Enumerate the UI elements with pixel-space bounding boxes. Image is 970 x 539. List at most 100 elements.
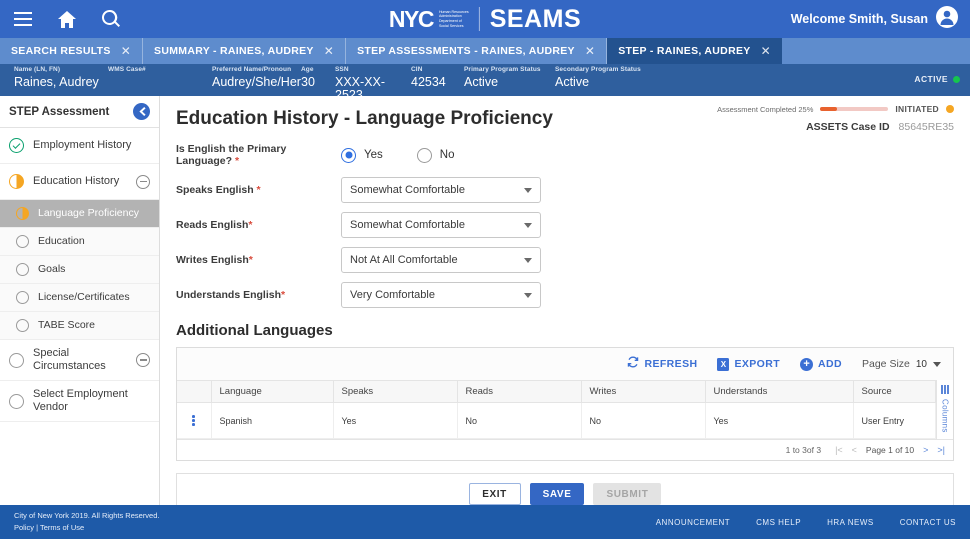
sidebar-item-education[interactable]: Education: [0, 228, 159, 256]
tab-summary[interactable]: SUMMARY - RAINES, AUDREY ✕: [143, 38, 347, 64]
status-partial-icon: [9, 174, 24, 189]
client-field-wms-case: WMS Case#: [108, 66, 212, 76]
chevron-down-icon: [524, 292, 532, 298]
select-writes-english[interactable]: Not At All Comfortable: [341, 247, 541, 273]
assessment-meta: Assessment Completed 25% INITIATED ASSET…: [717, 104, 954, 133]
policy-link[interactable]: Policy: [14, 523, 34, 532]
footer-link-hra-news[interactable]: HRA NEWS: [827, 518, 874, 527]
refresh-icon: [627, 355, 639, 373]
client-field-secondary-status: Secondary Program Status Active: [555, 66, 675, 89]
tab-search-results[interactable]: SEARCH RESULTS ✕: [0, 38, 144, 64]
grid-toolbar: REFRESH X EXPORT + ADD Page Size 10: [177, 348, 953, 380]
page-indicator: Page 1 of 10: [865, 445, 915, 455]
collapse-section-icon[interactable]: [136, 174, 150, 189]
hamburger-menu-icon[interactable]: [12, 8, 34, 30]
sidebar-item-license-certificates[interactable]: License/Certificates: [0, 284, 159, 312]
assets-case-id-row: ASSETS Case ID 85645RE35: [717, 121, 954, 133]
terms-of-use-link[interactable]: Terms of Use: [40, 523, 84, 532]
column-header-reads[interactable]: Reads: [457, 380, 582, 403]
page-body: STEP Assessment Employment History Educa…: [0, 96, 970, 515]
export-button[interactable]: X EXPORT: [717, 357, 780, 371]
pagination-controls: |< < Page 1 of 10 > >|: [835, 445, 945, 455]
save-button[interactable]: SAVE: [529, 483, 585, 505]
chevron-left-icon[interactable]: [133, 103, 150, 120]
footer-link-contact-us[interactable]: CONTACT US: [900, 518, 956, 527]
sidebar-item-employment-history[interactable]: Employment History: [0, 128, 159, 164]
sidebar-item-education-history[interactable]: Education History: [0, 164, 159, 200]
radio-option-yes[interactable]: Yes: [341, 147, 383, 163]
status-badge-label: ACTIVE: [914, 74, 948, 84]
cell-reads: No: [457, 402, 582, 439]
close-icon[interactable]: ✕: [121, 44, 131, 58]
assets-case-id-value: 85645RE35: [898, 121, 954, 133]
sidebar-item-label: Select Employment Vendor: [33, 388, 128, 413]
column-header-speaks[interactable]: Speaks: [333, 380, 458, 403]
refresh-button[interactable]: REFRESH: [627, 355, 697, 373]
footer-link-cms-help[interactable]: CMS HELP: [756, 518, 801, 527]
row-menu-cell[interactable]: [177, 402, 212, 439]
column-header-source[interactable]: Source: [853, 380, 936, 403]
field-label: Preferred Name/Pronoun: [212, 66, 292, 73]
sidebar-item-language-proficiency[interactable]: Language Proficiency: [0, 200, 159, 228]
required-marker: *: [256, 184, 261, 196]
select-value: Not At All Comfortable: [350, 254, 458, 266]
collapse-section-icon[interactable]: [136, 353, 150, 367]
close-icon[interactable]: ✕: [585, 44, 595, 58]
sidebar-item-tabe-score[interactable]: TABE Score: [0, 312, 159, 340]
prev-page-button[interactable]: <: [852, 445, 857, 455]
user-avatar-icon[interactable]: [936, 5, 958, 33]
close-icon[interactable]: ✕: [324, 44, 334, 58]
table-header-row: Language Speaks Reads Writes Understands…: [177, 380, 936, 403]
footer-link-announcement[interactable]: ANNOUNCEMENT: [656, 518, 730, 527]
sidebar-item-special-circumstances[interactable]: Special Circumstances: [0, 340, 159, 381]
add-button[interactable]: + ADD: [800, 357, 842, 371]
tab-step-assessments[interactable]: STEP ASSESSMENTS - RAINES, AUDREY ✕: [346, 38, 608, 64]
field-value: Active: [555, 74, 590, 89]
status-empty-icon: [9, 393, 24, 409]
top-navigation-bar: NYC Human Resources Administration Depar…: [0, 0, 970, 38]
user-area[interactable]: Welcome Smith, Susan: [791, 5, 958, 33]
first-page-button[interactable]: |<: [835, 445, 843, 455]
radio-option-no[interactable]: No: [416, 147, 454, 163]
radio-yes-icon[interactable]: [341, 147, 356, 163]
sidebar-item-goals[interactable]: Goals: [0, 256, 159, 284]
home-icon[interactable]: [56, 8, 78, 30]
next-page-button[interactable]: >: [923, 445, 928, 455]
sidebar-item-label: Special Circumstances: [33, 347, 106, 372]
grid-table: Language Speaks Reads Writes Understands…: [177, 380, 936, 439]
close-icon[interactable]: ✕: [761, 44, 771, 58]
kebab-menu-icon[interactable]: [185, 415, 203, 426]
field-value: Audrey/She/Her: [212, 74, 301, 89]
assessment-progress-bar: [820, 107, 889, 111]
select-speaks-english[interactable]: Somewhat Comfortable: [341, 177, 541, 203]
tab-step[interactable]: STEP - RAINES, AUDREY ✕: [607, 38, 782, 64]
assessment-status-label: INITIATED: [895, 104, 939, 114]
radio-no-icon[interactable]: [416, 147, 432, 163]
field-label: Primary Program Status: [464, 66, 541, 73]
search-icon[interactable]: [100, 8, 122, 30]
exit-button[interactable]: EXIT: [468, 483, 521, 505]
select-value: Very Comfortable: [350, 289, 435, 301]
refresh-label: REFRESH: [644, 358, 698, 370]
last-page-button[interactable]: >|: [937, 445, 945, 455]
sidebar-item-select-employment-vendor[interactable]: Select Employment Vendor: [0, 381, 159, 422]
field-label-speaks-english: Speaks English *: [176, 184, 261, 196]
select-reads-english[interactable]: Somewhat Comfortable: [341, 212, 541, 238]
page-size-selector[interactable]: Page Size 10: [862, 358, 941, 370]
tab-label: SUMMARY - RAINES, AUDREY: [154, 45, 314, 57]
column-header-writes[interactable]: Writes: [581, 380, 706, 403]
column-header-language[interactable]: Language: [211, 380, 334, 403]
section-title-additional-languages: Additional Languages: [176, 322, 333, 339]
column-header-menu[interactable]: [177, 380, 212, 403]
column-header-understands[interactable]: Understands: [705, 380, 854, 403]
cell-language: Spanish: [211, 402, 334, 439]
columns-panel-toggle[interactable]: Columns: [936, 380, 953, 439]
select-understands-english[interactable]: Very Comfortable: [341, 282, 541, 308]
assessment-status-dot-icon: [946, 105, 954, 113]
columns-panel-label: Columns: [940, 399, 950, 433]
sidebar-header: STEP Assessment: [0, 96, 159, 128]
client-field-name: Name (LN, FN) Raines, Audrey: [14, 66, 108, 89]
sidebar: STEP Assessment Employment History Educa…: [0, 96, 160, 511]
field-value: Raines, Audrey: [14, 74, 99, 89]
table-row[interactable]: Spanish Yes No No Yes User Entry: [177, 402, 936, 439]
